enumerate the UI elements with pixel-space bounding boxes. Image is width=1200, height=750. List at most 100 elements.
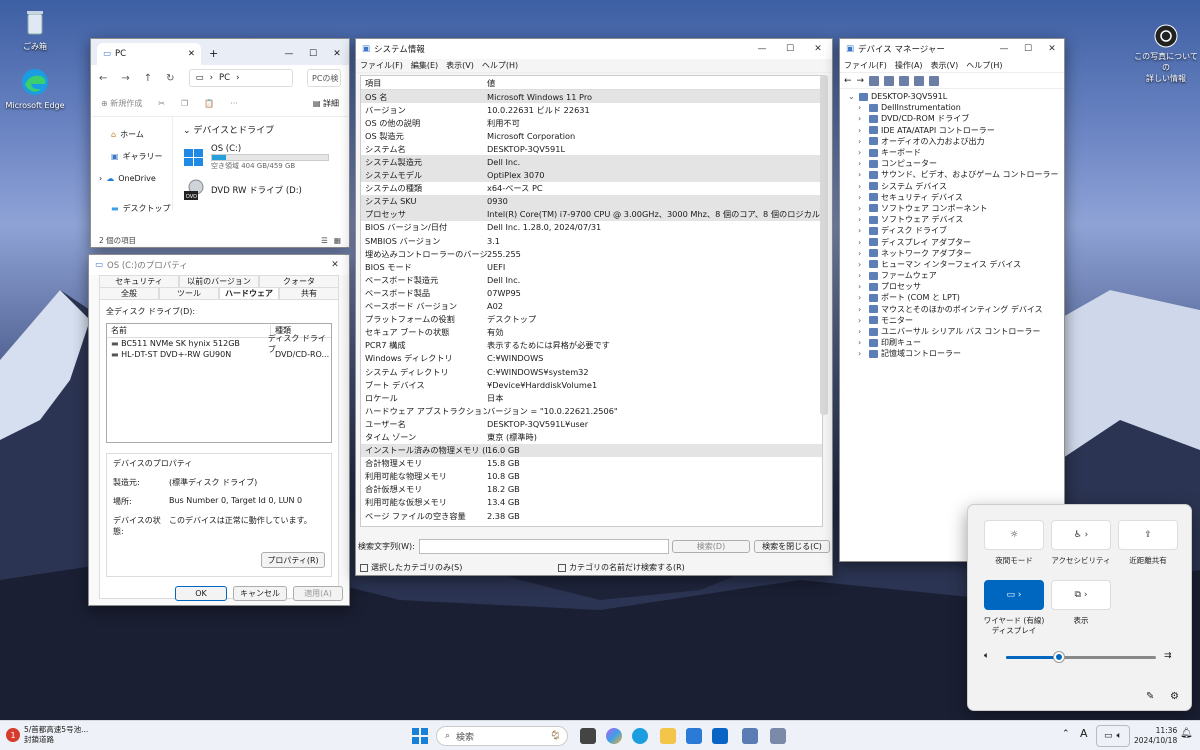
outlook-icon[interactable] xyxy=(712,728,728,744)
search-input[interactable]: PCの検 xyxy=(307,69,341,87)
chevron-right-icon[interactable]: › xyxy=(858,327,866,336)
help-icon[interactable] xyxy=(899,75,910,86)
tree-item[interactable]: › 印刷キュー xyxy=(858,337,1064,348)
store-icon[interactable] xyxy=(686,728,702,744)
chevron-right-icon[interactable]: › xyxy=(858,126,866,135)
table-row[interactable]: システムモデル OptiPlex 3070 xyxy=(361,168,822,182)
selected-category-checkbox[interactable]: 選択したカテゴリのみ(S) xyxy=(360,562,462,573)
menu-action[interactable]: 操作(A) xyxy=(895,60,923,71)
forward-icon[interactable]: → xyxy=(857,76,865,86)
copy-icon[interactable]: ❐ xyxy=(181,99,188,108)
chevron-right-icon[interactable]: › xyxy=(858,114,866,123)
tree-item[interactable]: › システム デバイス xyxy=(858,181,1064,192)
side-item-desktop[interactable]: ▬ デスクトップ xyxy=(91,197,172,219)
table-row[interactable]: 埋め込みコントローラーのバージョン255.255 xyxy=(361,247,822,260)
tree-item[interactable]: › IDE ATA/ATAPI コントローラー xyxy=(858,125,1064,136)
night-light-toggle[interactable]: ☼ xyxy=(984,520,1044,550)
tab-hardware[interactable]: ハードウェア xyxy=(219,287,279,299)
tree-item[interactable]: › ディスク ドライブ xyxy=(858,225,1064,236)
properties-dialog[interactable]: ▭ OS (C:)のプロパティ ✕ セキュリティ 以前のバージョン クォータ 全… xyxy=(88,254,350,606)
minimize-icon[interactable]: — xyxy=(748,39,776,59)
minimize-icon[interactable]: — xyxy=(992,39,1016,59)
ime-indicator[interactable]: A xyxy=(1080,727,1088,740)
chevron-right-icon[interactable]: › xyxy=(858,249,866,258)
start-icon[interactable] xyxy=(412,728,428,744)
tree-item[interactable]: › サウンド、ビデオ、およびゲーム コントローラー xyxy=(858,169,1064,180)
chevron-right-icon[interactable]: › xyxy=(858,103,866,112)
table-row[interactable]: 利用可能な物理メモリ 10.8 GB xyxy=(361,470,822,483)
table-row[interactable]: 利用可能な仮想メモリ 13.4 GB xyxy=(361,496,822,509)
side-item-gallery[interactable]: ▣ ギャラリー xyxy=(91,145,172,167)
chevron-right-icon[interactable]: › xyxy=(858,204,866,213)
back-icon[interactable]: ← xyxy=(844,76,852,86)
table-row[interactable]: SMBIOS バージョン 3.1 xyxy=(361,234,822,247)
monitor-icon[interactable] xyxy=(929,75,940,86)
volume-thumb[interactable] xyxy=(1053,652,1064,662)
table-row[interactable]: BIOS バージョン/日付 Dell Inc. 1.28.0, 2024/07/3… xyxy=(361,221,822,234)
close-icon[interactable]: ✕ xyxy=(1040,39,1064,59)
table-row[interactable]: ユーザー名 DESKTOP-3QV591L¥user xyxy=(361,417,822,430)
table-row[interactable]: システム SKU 0930 xyxy=(361,194,822,208)
copilot-icon[interactable] xyxy=(606,728,622,744)
table-row[interactable]: ロケール 日本 xyxy=(361,391,822,404)
table-row[interactable]: ベースボード バージョン A02 xyxy=(361,300,822,313)
table-row[interactable]: プロセッサ Intel(R) Core(TM) i7-9700 CPU @ 3.0… xyxy=(361,207,822,221)
chevron-right-icon[interactable]: › xyxy=(858,137,866,146)
recycle-bin[interactable]: ごみ箱 xyxy=(0,6,70,52)
tree-item[interactable]: › セキュリティ デバイス xyxy=(858,192,1064,203)
tree-item[interactable]: › ヒューマン インターフェイス デバイス xyxy=(858,259,1064,270)
tree-item[interactable]: › 記憶域コントローラー xyxy=(858,348,1064,359)
accessibility-toggle[interactable]: ♿ › xyxy=(1051,520,1111,550)
system-summary-table[interactable]: 項目 値 OS 名 Microsoft Windows 11 Pro バージョン 10… xyxy=(360,75,823,527)
task-view-icon[interactable] xyxy=(580,728,596,744)
audio-output-icon[interactable]: ⇉ xyxy=(1164,651,1172,661)
nearby-share-toggle[interactable]: ⇪ xyxy=(1118,520,1178,550)
col-value[interactable]: 値 xyxy=(487,77,495,89)
minimize-icon[interactable]: — xyxy=(277,43,301,65)
close-icon[interactable]: ✕ xyxy=(321,255,349,275)
chevron-right-icon[interactable]: › xyxy=(858,293,866,302)
table-row[interactable]: ページ ファイルの空き容量 2.38 GB xyxy=(361,509,822,522)
table-row[interactable]: バージョン 10.0.22631 ビルド 22631 xyxy=(361,103,822,116)
find-button[interactable]: 検索(D) xyxy=(672,540,750,553)
chevron-right-icon[interactable]: › xyxy=(858,226,866,235)
close-icon[interactable]: ✕ xyxy=(804,39,832,59)
up-icon[interactable]: ↑ xyxy=(144,73,152,84)
table-row[interactable]: インストール済みの物理メモリ (RAM)16.0 GB xyxy=(361,443,822,457)
explorer-tab[interactable]: ▭ PC ✕ xyxy=(97,43,201,65)
col-item[interactable]: 項目 xyxy=(361,77,487,89)
table-row[interactable]: セキュア ブートの状態 有効 xyxy=(361,326,822,339)
edge-icon[interactable] xyxy=(632,728,648,744)
tab-previous-versions[interactable]: 以前のバージョン xyxy=(179,275,259,287)
category-names-checkbox[interactable]: カテゴリの名前だけ検索する(R) xyxy=(558,562,685,573)
forward-icon[interactable]: → xyxy=(121,73,129,84)
chevron-right-icon[interactable]: › xyxy=(858,316,866,325)
tab-quota[interactable]: クォータ xyxy=(259,275,339,287)
table-row[interactable]: プラットフォームの役割 デスクトップ xyxy=(361,313,822,326)
table-row[interactable]: ブート デバイス ¥Device¥HarddiskVolume1 xyxy=(361,378,822,391)
chevron-right-icon[interactable]: › xyxy=(858,282,866,291)
close-tab-icon[interactable]: ✕ xyxy=(188,49,195,59)
maximize-icon[interactable]: ☐ xyxy=(1016,39,1040,59)
table-row[interactable]: システム製造元 Dell Inc. xyxy=(361,155,822,169)
tree-item[interactable]: › ポート (COM と LPT) xyxy=(858,292,1064,303)
system-tray-button[interactable]: ▭ 🔈︎ xyxy=(1096,725,1130,747)
menu-view[interactable]: 表示(V) xyxy=(446,60,474,71)
chevron-right-icon[interactable]: › xyxy=(858,349,866,358)
side-item-onedrive[interactable]: › ☁ OneDrive xyxy=(91,167,172,189)
menu-help[interactable]: ヘルプ(H) xyxy=(482,60,518,71)
table-row[interactable]: システム ディレクトリ C:¥WINDOWS¥system32 xyxy=(361,365,822,378)
menu-edit[interactable]: 編集(E) xyxy=(411,60,438,71)
properties-icon[interactable] xyxy=(884,75,895,86)
table-row[interactable]: システムの種類 x64-ベース PC xyxy=(361,182,822,195)
chevron-right-icon[interactable]: › xyxy=(858,238,866,247)
explorer-window[interactable]: ▭ PC ✕ + — ☐ ✕ ← → ↑ ↻ ▭ › PC › PCの検 ⊕ 新… xyxy=(90,38,350,248)
tab-sharing[interactable]: 共有 xyxy=(279,287,339,299)
menu-view[interactable]: 表示(V) xyxy=(931,60,959,71)
tree-item[interactable]: › プロセッサ xyxy=(858,281,1064,292)
tree-item[interactable]: › ソフトウェア デバイス xyxy=(858,214,1064,225)
chevron-right-icon[interactable]: › xyxy=(858,271,866,280)
chevron-up-icon[interactable]: ⌃ xyxy=(1062,729,1070,739)
tiles-view-icon[interactable]: ▦ xyxy=(334,236,341,245)
tree-item[interactable]: › DellInstrumentation xyxy=(858,102,1064,113)
